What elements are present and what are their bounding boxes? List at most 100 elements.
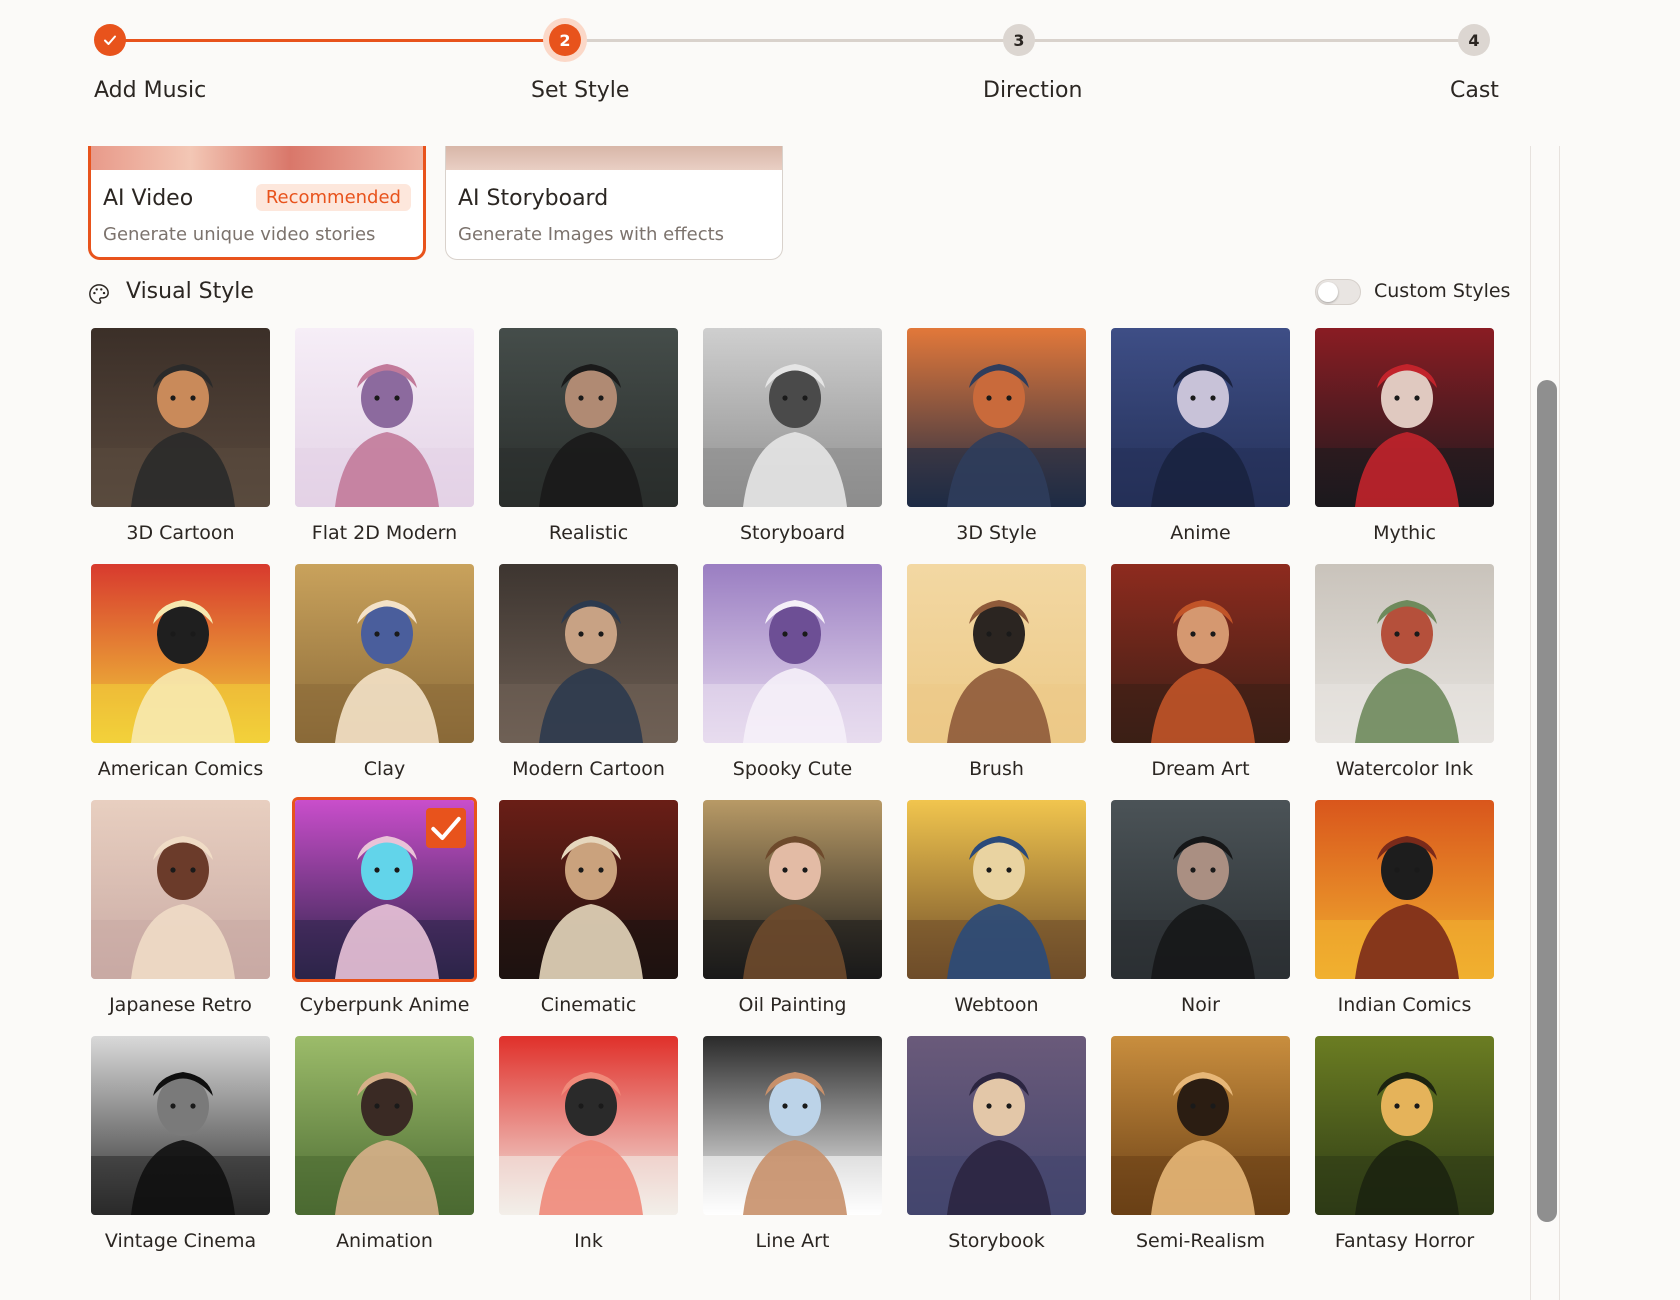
mode-description: Generate Images with effects xyxy=(458,224,725,245)
step-1-label[interactable]: Add Music xyxy=(94,78,206,103)
style-thumbnail[interactable] xyxy=(1111,564,1290,743)
style-option-animation[interactable]: Animation xyxy=(295,1036,474,1252)
custom-styles-label[interactable]: Custom Styles xyxy=(1374,280,1510,302)
style-option-storybook[interactable]: Storybook xyxy=(907,1036,1086,1252)
style-option-webtoon[interactable]: Webtoon xyxy=(907,800,1086,1016)
style-thumbnail[interactable] xyxy=(499,800,678,979)
style-option-brush[interactable]: Brush xyxy=(907,564,1086,780)
style-label: Realistic xyxy=(548,522,629,544)
style-label: Line Art xyxy=(755,1230,830,1252)
style-thumbnail[interactable] xyxy=(907,328,1086,507)
style-selection-panel: AI Video Recommended Generate unique vid… xyxy=(0,146,1530,1300)
step-3-label[interactable]: Direction xyxy=(983,78,1082,103)
style-label: 3D Style xyxy=(956,522,1037,544)
style-label: Vintage Cinema xyxy=(104,1230,257,1252)
style-thumbnail[interactable] xyxy=(91,328,270,507)
visual-style-title: Visual Style xyxy=(126,279,254,304)
style-label: Ink xyxy=(574,1230,603,1252)
style-option-realistic[interactable]: Realistic xyxy=(499,328,678,544)
style-option-flat-2d-modern[interactable]: Flat 2D Modern xyxy=(295,328,474,544)
style-thumbnail[interactable] xyxy=(295,1036,474,1215)
mode-title: AI Video xyxy=(103,186,194,211)
style-label: Watercolor Ink xyxy=(1335,758,1474,780)
style-thumbnail[interactable] xyxy=(1315,800,1494,979)
style-option-dream-art[interactable]: Dream Art xyxy=(1111,564,1290,780)
style-thumbnail[interactable] xyxy=(703,564,882,743)
mode-thumbnail xyxy=(446,146,782,170)
style-thumbnail[interactable] xyxy=(907,800,1086,979)
style-thumbnail[interactable] xyxy=(1315,564,1494,743)
custom-styles-toggle[interactable] xyxy=(1315,279,1361,305)
scrollbar-thumb[interactable] xyxy=(1537,380,1557,1222)
style-thumbnail[interactable] xyxy=(91,800,270,979)
style-label: Animation xyxy=(336,1230,433,1252)
recommended-badge: Recommended xyxy=(255,184,411,211)
style-option-ink[interactable]: Ink xyxy=(499,1036,678,1252)
create-video-wizard: 2 3 4 Add Music Set Style Direction Cast… xyxy=(0,0,1680,1300)
style-thumbnail[interactable] xyxy=(1111,1036,1290,1215)
style-option-oil-painting[interactable]: Oil Painting xyxy=(703,800,882,1016)
style-option-mythic[interactable]: Mythic xyxy=(1315,328,1494,544)
style-option-spooky-cute[interactable]: Spooky Cute xyxy=(703,564,882,780)
style-thumbnail[interactable] xyxy=(1315,1036,1494,1215)
style-option-indian-comics[interactable]: Indian Comics xyxy=(1315,800,1494,1016)
style-label: American Comics xyxy=(97,758,264,780)
step-1-check-icon[interactable] xyxy=(94,24,126,56)
style-option-clay[interactable]: Clay xyxy=(295,564,474,780)
style-option-watercolor-ink[interactable]: Watercolor Ink xyxy=(1315,564,1494,780)
visual-style-header: Visual Style Custom Styles xyxy=(88,279,1510,309)
style-thumbnail[interactable] xyxy=(1111,800,1290,979)
style-thumbnail[interactable] xyxy=(907,564,1086,743)
style-label: Cyberpunk Anime xyxy=(299,994,470,1016)
step-3-number[interactable]: 3 xyxy=(1003,24,1035,56)
style-option-anime[interactable]: Anime xyxy=(1111,328,1290,544)
style-thumbnail[interactable] xyxy=(1111,328,1290,507)
style-thumbnail[interactable] xyxy=(499,328,678,507)
style-label: Japanese Retro xyxy=(109,994,252,1016)
style-thumbnail[interactable] xyxy=(703,800,882,979)
step-4-number[interactable]: 4 xyxy=(1458,24,1490,56)
style-thumbnail[interactable] xyxy=(295,564,474,743)
style-thumbnail[interactable] xyxy=(907,1036,1086,1215)
mode-card-ai-storyboard[interactable]: AI Storyboard Generate Images with effec… xyxy=(445,146,783,260)
style-thumbnail[interactable] xyxy=(292,797,477,982)
style-thumbnail[interactable] xyxy=(91,564,270,743)
style-thumbnail[interactable] xyxy=(295,328,474,507)
style-thumbnail[interactable] xyxy=(91,1036,270,1215)
style-label: Cinematic xyxy=(540,994,637,1016)
style-label: Clay xyxy=(363,758,406,780)
step-2-label[interactable]: Set Style xyxy=(531,78,629,103)
style-thumbnail[interactable] xyxy=(499,564,678,743)
style-label: Mythic xyxy=(1373,522,1436,544)
style-label: Brush xyxy=(969,758,1024,780)
progress-stepper: 2 3 4 Add Music Set Style Direction Cast xyxy=(0,0,1680,140)
style-option-3d-style[interactable]: 3D Style xyxy=(907,328,1086,544)
step-4-label[interactable]: Cast xyxy=(1450,78,1499,103)
mode-description: Generate unique video stories xyxy=(103,224,376,245)
style-option-cyberpunk-anime[interactable]: Cyberpunk Anime xyxy=(292,797,477,1016)
style-option-japanese-retro[interactable]: Japanese Retro xyxy=(91,800,270,1016)
style-option-cinematic[interactable]: Cinematic xyxy=(499,800,678,1016)
style-option-modern-cartoon[interactable]: Modern Cartoon xyxy=(499,564,678,780)
style-label: Spooky Cute xyxy=(732,758,853,780)
style-option-fantasy-horror[interactable]: Fantasy Horror xyxy=(1315,1036,1494,1252)
style-thumbnail[interactable] xyxy=(1315,328,1494,507)
style-thumbnail[interactable] xyxy=(703,328,882,507)
stepper-line-complete xyxy=(110,39,565,42)
style-option-vintage-cinema[interactable]: Vintage Cinema xyxy=(91,1036,270,1252)
style-option-line-art[interactable]: Line Art xyxy=(703,1036,882,1252)
style-option-american-comics[interactable]: American Comics xyxy=(91,564,270,780)
style-option-storyboard[interactable]: Storyboard xyxy=(703,328,882,544)
style-option-noir[interactable]: Noir xyxy=(1111,800,1290,1016)
palette-icon xyxy=(89,284,109,304)
style-thumbnail[interactable] xyxy=(703,1036,882,1215)
style-label: Dream Art xyxy=(1151,758,1250,780)
style-option-3d-cartoon[interactable]: 3D Cartoon xyxy=(91,328,270,544)
step-2-number[interactable]: 2 xyxy=(549,24,581,56)
style-option-semi-realism[interactable]: Semi-Realism xyxy=(1111,1036,1290,1252)
style-label: Fantasy Horror xyxy=(1334,1230,1475,1252)
style-thumbnail[interactable] xyxy=(499,1036,678,1215)
mode-card-ai-video[interactable]: AI Video Recommended Generate unique vid… xyxy=(88,146,426,260)
scrollbar[interactable] xyxy=(1530,146,1560,1300)
style-label: Noir xyxy=(1181,994,1220,1016)
